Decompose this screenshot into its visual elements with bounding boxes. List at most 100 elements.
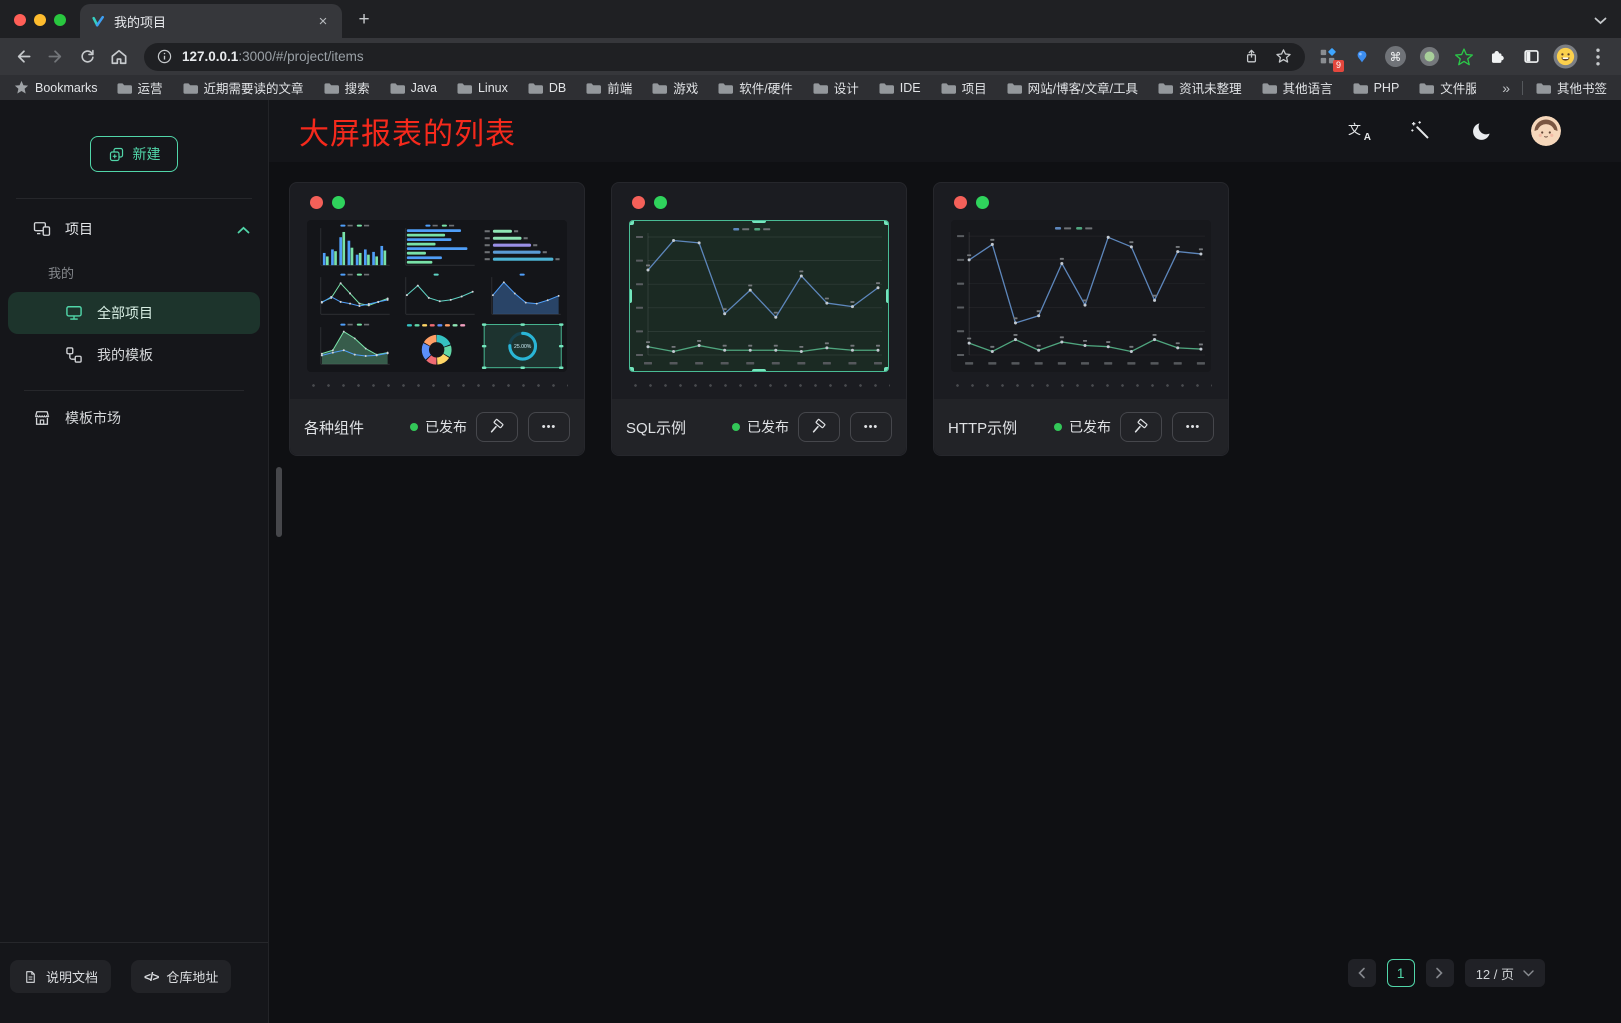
selection-handle[interactable] bbox=[752, 220, 766, 223]
more-button[interactable]: ••• bbox=[528, 412, 570, 442]
bookmark-folder[interactable]: 其他语言 bbox=[1261, 78, 1333, 97]
next-page-button[interactable] bbox=[1426, 959, 1454, 987]
extension-sidepanel-icon[interactable] bbox=[1519, 44, 1544, 69]
page-size-select[interactable]: 12 / 页 bbox=[1465, 959, 1545, 987]
browser-tab-strip: 我的项目 × + bbox=[0, 0, 1621, 38]
bookmark-folder[interactable]: IDE bbox=[878, 78, 921, 97]
project-card[interactable]: HTTP示例 已发布 ••• bbox=[933, 182, 1229, 456]
more-button[interactable]: ••• bbox=[1172, 412, 1214, 442]
bookmark-folder-label: 其他语言 bbox=[1283, 78, 1333, 97]
selection-handle[interactable] bbox=[884, 367, 889, 372]
bookmark-folder[interactable]: 资讯未整理 bbox=[1157, 78, 1242, 97]
bookmark-folder[interactable]: Java bbox=[389, 78, 437, 97]
bookmark-folder[interactable]: 游戏 bbox=[651, 78, 698, 97]
bookmark-folder-label: 近期需要读的文章 bbox=[204, 78, 304, 97]
share-icon[interactable] bbox=[1243, 47, 1260, 66]
edit-hammer-button[interactable] bbox=[476, 412, 518, 442]
minimize-window-button[interactable] bbox=[34, 14, 46, 26]
green-dot bbox=[654, 196, 667, 209]
bookmark-folder[interactable]: PHP bbox=[1352, 78, 1400, 97]
current-page-button[interactable]: 1 bbox=[1387, 959, 1415, 987]
reload-button[interactable] bbox=[72, 42, 102, 72]
sidebar-item-template-market[interactable]: 模板市场 bbox=[8, 397, 260, 439]
card-traffic-dots bbox=[934, 183, 1228, 209]
chevron-up-icon[interactable] bbox=[237, 221, 250, 237]
selection-handle[interactable] bbox=[629, 367, 634, 372]
selection-handle[interactable] bbox=[629, 289, 632, 303]
tab-close-icon[interactable]: × bbox=[314, 12, 332, 30]
docs-button[interactable]: 说明文档 bbox=[10, 960, 111, 993]
project-title: 各种组件 bbox=[304, 417, 410, 438]
address-bar[interactable]: 127.0.0.1:3000/#/project/items bbox=[144, 43, 1305, 71]
sidebar-group-projects[interactable]: 项目 bbox=[8, 207, 260, 251]
bookmark-folder[interactable]: 文件服务器 bbox=[1418, 78, 1476, 97]
bookmark-folder-label: Java bbox=[411, 81, 437, 95]
bookmark-folder-label: 运营 bbox=[138, 78, 163, 97]
extension-grid-icon[interactable]: 9 bbox=[1315, 44, 1340, 69]
line-chart bbox=[630, 221, 888, 371]
edit-hammer-button[interactable] bbox=[798, 412, 840, 442]
mini-chart-gauge: 25.00% bbox=[480, 321, 565, 370]
site-info-icon[interactable] bbox=[156, 48, 173, 65]
project-card[interactable]: SQL示例 已发布 ••• bbox=[611, 182, 907, 456]
extension-command-icon[interactable]: ⌘ bbox=[1383, 44, 1408, 69]
mini-chart-area1 bbox=[480, 271, 565, 320]
extension-star-icon[interactable] bbox=[1451, 44, 1476, 69]
site-favicon bbox=[90, 14, 106, 29]
bookmark-folder[interactable]: 项目 bbox=[940, 78, 987, 97]
browser-menu-icon[interactable] bbox=[1587, 45, 1609, 69]
extension-record-icon[interactable] bbox=[1417, 44, 1442, 69]
bookmark-folder[interactable]: 软件/硬件 bbox=[717, 78, 792, 97]
language-icon[interactable]: 文 A bbox=[1348, 119, 1372, 143]
edit-hammer-button[interactable] bbox=[1120, 412, 1162, 442]
folder-icon bbox=[116, 80, 132, 96]
mini-chart-donut bbox=[394, 321, 479, 370]
user-avatar[interactable] bbox=[1531, 116, 1561, 146]
bookmark-folder[interactable]: 网站/博客/文章/工具 bbox=[1006, 78, 1138, 97]
bookmark-folder[interactable]: 前端 bbox=[585, 78, 632, 97]
bookmark-folder-label: Linux bbox=[478, 81, 508, 95]
bookmark-folder[interactable]: Linux bbox=[456, 78, 508, 97]
selection-handle[interactable] bbox=[886, 289, 889, 303]
status-dot bbox=[1054, 423, 1062, 431]
magic-wand-icon[interactable] bbox=[1409, 119, 1433, 143]
other-bookmarks-folder[interactable]: 其他书签 bbox=[1535, 78, 1607, 97]
home-button[interactable] bbox=[104, 42, 134, 72]
bookmark-star-icon[interactable] bbox=[1274, 47, 1293, 66]
scrollbar-thumb[interactable] bbox=[276, 467, 282, 537]
bookmark-folder[interactable]: 搜索 bbox=[323, 78, 370, 97]
profile-emoji-icon[interactable] bbox=[1553, 44, 1578, 69]
bookmarks-overflow-chevron[interactable]: » bbox=[1502, 80, 1510, 96]
sidebar-item-all-projects[interactable]: 全部项目 bbox=[8, 292, 260, 334]
template-flow-icon bbox=[64, 345, 84, 365]
bookmarks-bar: Bookmarks 运营 近期需要读的文章搜索 Java Linux DB 前端游戏软件/… bbox=[0, 75, 1621, 100]
bookmark-folder-label: 设计 bbox=[834, 78, 859, 97]
selection-handle[interactable] bbox=[629, 220, 634, 225]
prev-page-button[interactable] bbox=[1348, 959, 1376, 987]
bookmark-folder[interactable]: 运营 bbox=[116, 78, 163, 97]
new-tab-button[interactable]: + bbox=[350, 6, 378, 34]
selection-handle[interactable] bbox=[884, 220, 889, 225]
folder-icon bbox=[182, 80, 198, 96]
project-card[interactable]: 25.00% 各种组件 已发布 ••• bbox=[289, 182, 585, 456]
browser-tab[interactable]: 我的项目 × bbox=[80, 4, 342, 38]
bookmark-folder[interactable]: 近期需要读的文章 bbox=[182, 78, 304, 97]
status-label: 已发布 bbox=[425, 417, 467, 437]
tab-title: 我的项目 bbox=[114, 12, 306, 31]
extension-puzzle-icon[interactable] bbox=[1485, 44, 1510, 69]
sidebar-item-my-templates[interactable]: 我的模板 bbox=[8, 334, 260, 376]
new-project-button[interactable]: 新建 bbox=[90, 136, 178, 172]
more-button[interactable]: ••• bbox=[850, 412, 892, 442]
dark-mode-moon-icon[interactable] bbox=[1470, 119, 1494, 143]
close-window-button[interactable] bbox=[14, 14, 26, 26]
zoom-window-button[interactable] bbox=[54, 14, 66, 26]
extension-balloon-icon[interactable] bbox=[1349, 44, 1374, 69]
repo-button[interactable]: </> 仓库地址 bbox=[131, 960, 231, 993]
back-button[interactable] bbox=[8, 42, 38, 72]
tab-search-chevron-icon[interactable] bbox=[1594, 12, 1607, 30]
forward-button[interactable] bbox=[40, 42, 70, 72]
bookmarks-manager[interactable]: Bookmarks bbox=[14, 80, 98, 95]
bookmark-folder[interactable]: DB bbox=[527, 78, 566, 97]
selection-handle[interactable] bbox=[752, 369, 766, 372]
bookmark-folder[interactable]: 设计 bbox=[812, 78, 859, 97]
